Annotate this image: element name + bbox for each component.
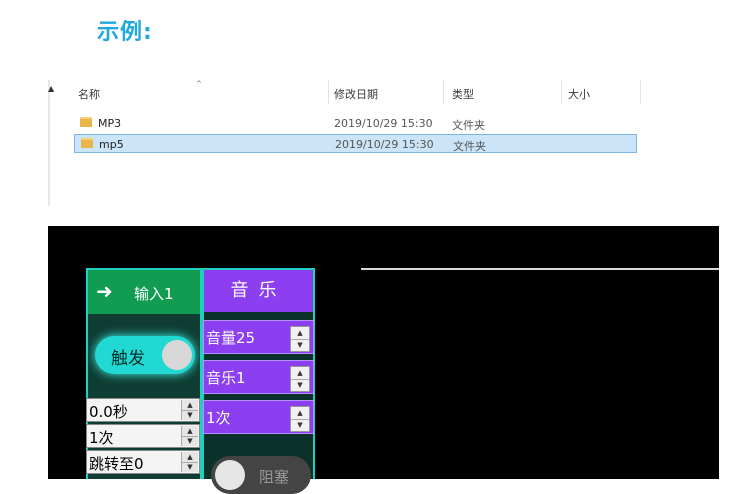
file-type: 文件夹 xyxy=(453,140,486,153)
input-column: ➜ 输入1 触发 0.0秒 ▲ ▼ 1次 ▲ ▼ 跳转至0 ▲ ▼ xyxy=(86,268,202,479)
column-header-type[interactable]: 类型 xyxy=(452,86,474,102)
delay-value: 0.0秒 xyxy=(89,403,128,421)
music-column: 音乐 音量25 ▲ ▼ 音乐1 ▲ ▼ 1次 ▲ ▼ 阻塞 xyxy=(202,268,315,494)
delay-stepper[interactable]: 0.0秒 ▲ ▼ xyxy=(86,398,200,422)
count-stepper[interactable]: 1次 ▲ ▼ xyxy=(86,424,200,448)
scroll-up-icon[interactable]: ▲ xyxy=(48,84,54,93)
music-count-value: 1次 xyxy=(206,409,231,427)
jump-stepper[interactable]: 跳转至0 ▲ ▼ xyxy=(86,450,200,474)
file-type: 文件夹 xyxy=(452,119,485,132)
file-date: 2019/10/29 15:30 xyxy=(335,138,434,151)
file-row[interactable]: MP3 2019/10/29 15:30 文件夹 xyxy=(74,114,637,133)
volume-value: 音量25 xyxy=(206,329,256,347)
block-toggle[interactable]: 阻塞 xyxy=(211,456,311,494)
stepper-buttons[interactable]: ▲ ▼ xyxy=(181,452,198,472)
track-value: 音乐1 xyxy=(206,369,246,387)
file-row-selected[interactable]: mp5 2019/10/29 15:30 文件夹 xyxy=(74,134,637,153)
count-value: 1次 xyxy=(89,429,114,447)
file-name: MP3 xyxy=(98,117,122,130)
control-panel: ➜ 输入1 触发 0.0秒 ▲ ▼ 1次 ▲ ▼ 跳转至0 ▲ ▼ 音乐 音量25 ▲… xyxy=(48,226,719,494)
track-stepper[interactable]: 音乐1 ▲ ▼ xyxy=(203,360,314,394)
column-divider[interactable] xyxy=(561,80,562,104)
stepper-buttons[interactable]: ▲ ▼ xyxy=(290,366,310,392)
input-header[interactable]: ➜ 输入1 xyxy=(88,270,200,314)
sort-indicator-icon: ^ xyxy=(196,80,202,88)
column-header-name[interactable]: 名称 xyxy=(78,86,100,102)
input-arrow-icon: ➜ xyxy=(96,279,113,303)
stepper-down-icon[interactable]: ▼ xyxy=(182,436,198,446)
music-count-stepper[interactable]: 1次 ▲ ▼ xyxy=(203,400,314,434)
stepper-buttons[interactable]: ▲ ▼ xyxy=(181,426,198,446)
toggle-knob xyxy=(215,460,245,490)
column-header-size[interactable]: 大小 xyxy=(568,86,590,102)
stepper-down-icon[interactable]: ▼ xyxy=(291,379,309,391)
trigger-label: 触发 xyxy=(111,349,145,369)
column-divider[interactable] xyxy=(328,80,329,104)
scrollbar[interactable] xyxy=(48,80,50,206)
folder-icon xyxy=(81,138,93,148)
column-header-date[interactable]: 修改日期 xyxy=(334,86,378,102)
stepper-down-icon[interactable]: ▼ xyxy=(291,339,309,351)
column-divider[interactable] xyxy=(443,80,444,104)
stepper-buttons[interactable]: ▲ ▼ xyxy=(181,400,198,420)
volume-stepper[interactable]: 音量25 ▲ ▼ xyxy=(203,320,314,354)
column-divider[interactable] xyxy=(640,80,641,104)
stepper-buttons[interactable]: ▲ ▼ xyxy=(290,326,310,352)
trigger-toggle[interactable]: 触发 xyxy=(95,336,195,374)
file-explorer: ▲ ^ 名称 修改日期 类型 大小 MP3 2019/10/29 15:30 文… xyxy=(48,80,719,206)
input-header-label: 输入1 xyxy=(134,285,174,303)
divider-line xyxy=(361,268,719,270)
folder-icon xyxy=(80,117,92,127)
stepper-down-icon[interactable]: ▼ xyxy=(182,410,198,420)
file-date: 2019/10/29 15:30 xyxy=(334,117,433,130)
block-label: 阻塞 xyxy=(259,468,290,486)
stepper-down-icon[interactable]: ▼ xyxy=(291,419,309,431)
heading: 示例: xyxy=(97,20,153,45)
jump-value: 跳转至0 xyxy=(89,455,144,473)
file-name: mp5 xyxy=(99,138,124,151)
toggle-knob xyxy=(162,340,192,370)
stepper-down-icon[interactable]: ▼ xyxy=(182,462,198,472)
stepper-buttons[interactable]: ▲ ▼ xyxy=(290,406,310,432)
music-header[interactable]: 音乐 xyxy=(204,270,313,312)
